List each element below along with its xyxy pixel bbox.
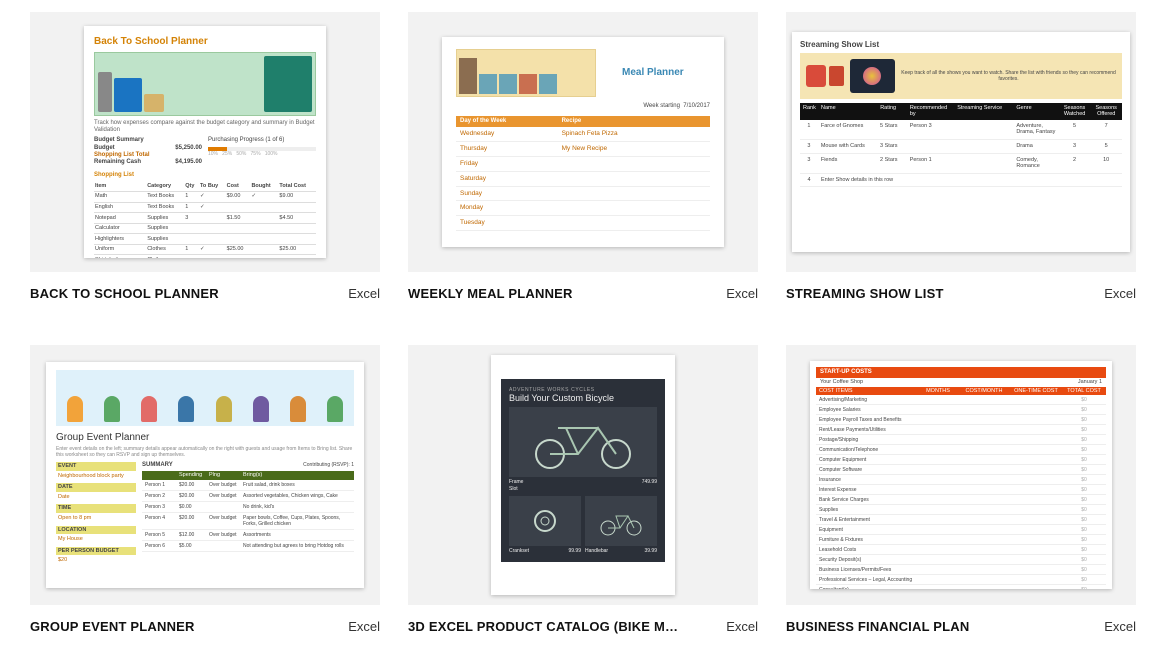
- caption: STREAMING SHOW LIST Excel: [786, 286, 1136, 301]
- crankset-icon: [509, 496, 581, 546]
- thumbnail: START-UP COSTS Your Coffee ShopJanuary 1…: [786, 345, 1136, 605]
- template-app: Excel: [1104, 619, 1136, 634]
- preview-title: Back To School Planner: [94, 36, 316, 48]
- thumbnail: Back To School Planner Track how expense…: [30, 12, 380, 272]
- preview: START-UP COSTS Your Coffee ShopJanuary 1…: [810, 361, 1112, 589]
- template-weekly-meal-planner[interactable]: Meal Planner Week starting 7/10/2017 Day…: [408, 12, 758, 301]
- template-title: GROUP EVENT PLANNER: [30, 619, 195, 634]
- template-app: Excel: [726, 286, 758, 301]
- template-app: Excel: [726, 619, 758, 634]
- caption: BACK TO SCHOOL PLANNER Excel: [30, 286, 380, 301]
- preview: Meal Planner Week starting 7/10/2017 Day…: [442, 37, 724, 247]
- preview: Back To School Planner Track how expense…: [84, 26, 326, 258]
- template-streaming-show-list[interactable]: Streaming Show List Keep track of all th…: [786, 12, 1136, 301]
- template-business-financial-plan[interactable]: START-UP COSTS Your Coffee ShopJanuary 1…: [786, 345, 1136, 634]
- preview: Streaming Show List Keep track of all th…: [792, 32, 1130, 252]
- thumbnail: ADVENTURE WORKS CYCLES Build Your Custom…: [408, 345, 758, 605]
- bicycle-icon: [509, 407, 657, 477]
- school-scene-icon: [94, 52, 316, 116]
- thumbnail: Group Event Planner Enter event details …: [30, 345, 380, 605]
- handlebar-icon: [585, 496, 657, 546]
- template-app: Excel: [348, 286, 380, 301]
- kitchen-scene-icon: [456, 49, 596, 97]
- caption: WEEKLY MEAL PLANNER Excel: [408, 286, 758, 301]
- template-app: Excel: [348, 619, 380, 634]
- template-app: Excel: [1104, 286, 1136, 301]
- template-title: WEEKLY MEAL PLANNER: [408, 286, 573, 301]
- template-title: BACK TO SCHOOL PLANNER: [30, 286, 219, 301]
- preview: Group Event Planner Enter event details …: [46, 362, 364, 588]
- template-group-event-planner[interactable]: Group Event Planner Enter event details …: [30, 345, 380, 634]
- template-title: 3D EXCEL PRODUCT CATALOG (BIKE MOD...: [408, 619, 688, 634]
- caption: 3D EXCEL PRODUCT CATALOG (BIKE MOD... Ex…: [408, 619, 758, 634]
- template-title: BUSINESS FINANCIAL PLAN: [786, 619, 969, 634]
- template-grid: Back To School Planner Track how expense…: [30, 12, 1131, 634]
- thumbnail: Streaming Show List Keep track of all th…: [786, 12, 1136, 272]
- template-back-to-school[interactable]: Back To School Planner Track how expense…: [30, 12, 380, 301]
- caption: GROUP EVENT PLANNER Excel: [30, 619, 380, 634]
- template-3d-product-catalog[interactable]: ADVENTURE WORKS CYCLES Build Your Custom…: [408, 345, 758, 634]
- caption: BUSINESS FINANCIAL PLAN Excel: [786, 619, 1136, 634]
- people-scene-icon: [56, 370, 354, 426]
- thumbnail: Meal Planner Week starting 7/10/2017 Day…: [408, 12, 758, 272]
- banner-icon: Keep track of all the shows you want to …: [800, 53, 1122, 99]
- template-title: STREAMING SHOW LIST: [786, 286, 944, 301]
- preview: ADVENTURE WORKS CYCLES Build Your Custom…: [491, 355, 675, 595]
